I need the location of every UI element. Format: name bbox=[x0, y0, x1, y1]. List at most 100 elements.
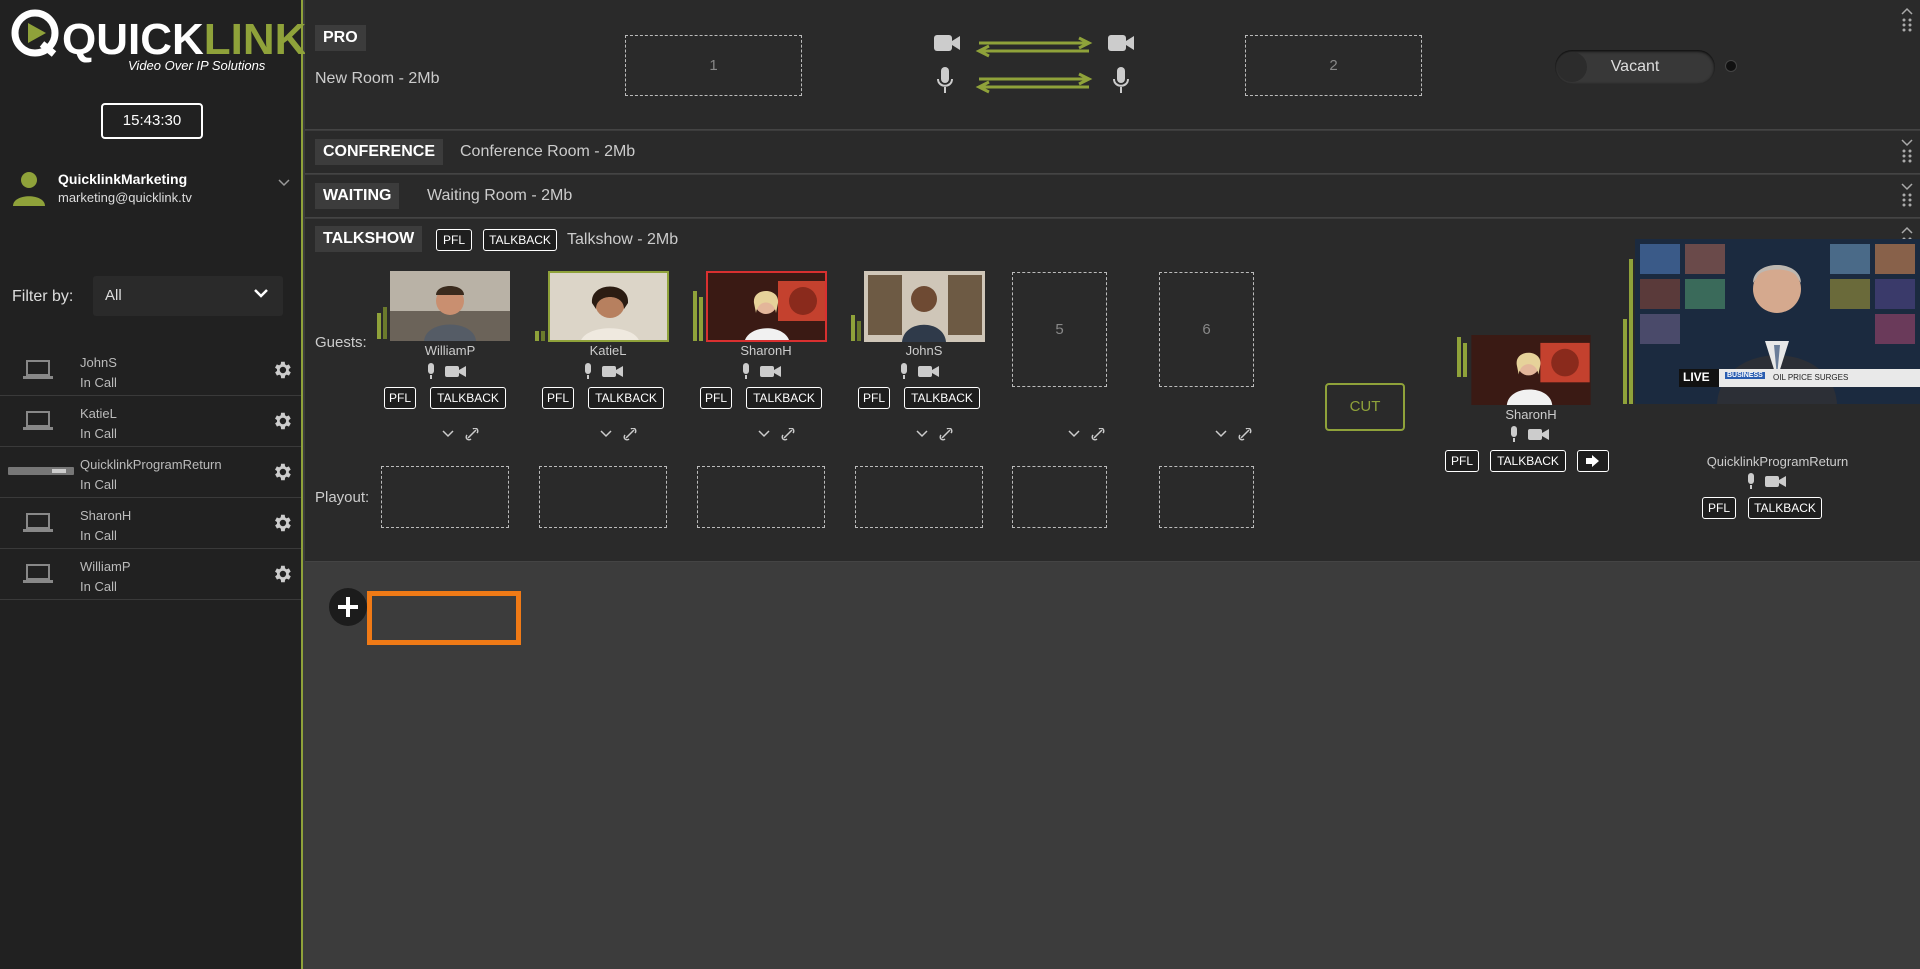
guest-av-icons bbox=[585, 363, 623, 379]
room-waiting[interactable]: WAITING Waiting Room - 2Mb bbox=[305, 175, 1920, 218]
filter-label: Filter by: bbox=[12, 288, 74, 305]
user-name: QuicklinkMarketing bbox=[58, 171, 188, 187]
audio-meter bbox=[541, 331, 545, 341]
room-pfl-button[interactable]: PFL bbox=[436, 229, 472, 251]
program-av-icons bbox=[1748, 473, 1786, 489]
program-pfl-button[interactable]: PFL bbox=[1702, 497, 1736, 519]
preview-talkback-button[interactable]: TALKBACK bbox=[1490, 450, 1566, 472]
guest-slot-5[interactable]: 5 bbox=[1012, 272, 1107, 387]
playout-slot[interactable] bbox=[697, 466, 825, 528]
audio-meter bbox=[535, 331, 539, 341]
cut-button[interactable]: CUT bbox=[1325, 383, 1405, 431]
guest-name: SharonH bbox=[740, 343, 792, 358]
room-name: New Room - 2Mb bbox=[315, 70, 440, 87]
audio-meter bbox=[857, 321, 861, 341]
gear-icon[interactable] bbox=[271, 359, 293, 381]
chevron-down-icon[interactable] bbox=[278, 179, 290, 187]
expand-link-icons[interactable] bbox=[1068, 428, 1108, 442]
expand-link-icons[interactable] bbox=[916, 428, 956, 442]
expand-handle-icon[interactable] bbox=[1900, 137, 1914, 165]
gear-icon[interactable] bbox=[271, 410, 293, 432]
pro-slot-2[interactable]: 2 bbox=[1245, 35, 1422, 96]
playout-slot[interactable] bbox=[381, 466, 509, 528]
room-name: Talkshow - 2Mb bbox=[567, 231, 679, 248]
guest-slot-6[interactable]: 6 bbox=[1159, 272, 1254, 387]
guest-slot-williamp[interactable]: WilliamP bbox=[375, 271, 510, 451]
guest-av-icons bbox=[428, 363, 466, 379]
guest-av-icons bbox=[743, 363, 781, 379]
vacant-toggle[interactable]: Vacant bbox=[1555, 50, 1715, 84]
program-video[interactable]: LIVE BUSINESS OIL PRICE SURGES bbox=[1635, 239, 1920, 404]
microphone-icon bbox=[937, 67, 953, 93]
guest-pfl-button[interactable]: PFL bbox=[542, 387, 574, 409]
guest-av-icons bbox=[901, 363, 939, 379]
guest-slot-katiel[interactable]: KatieL bbox=[533, 271, 673, 451]
guest-talkback-button[interactable]: TALKBACK bbox=[904, 387, 980, 409]
guest-video-thumbnail[interactable] bbox=[706, 271, 827, 342]
guest-pfl-button[interactable]: PFL bbox=[858, 387, 890, 409]
guest-video-thumbnail[interactable] bbox=[548, 271, 669, 342]
business-badge: BUSINESS bbox=[1725, 372, 1765, 379]
guest-name: WilliamP bbox=[424, 343, 476, 358]
guest-pfl-button[interactable]: PFL bbox=[384, 387, 416, 409]
list-item[interactable]: KatieL In Call bbox=[0, 396, 301, 447]
user-profile[interactable]: QuicklinkMarketing marketing@quicklink.t… bbox=[10, 165, 295, 210]
news-ticker: OIL PRICE SURGES bbox=[1773, 373, 1849, 382]
gear-icon[interactable] bbox=[271, 563, 293, 585]
list-item[interactable]: JohnS In Call bbox=[0, 345, 301, 396]
program-talkback-button[interactable]: TALKBACK bbox=[1748, 497, 1822, 519]
expand-link-icons[interactable] bbox=[1215, 428, 1255, 442]
playout-slot[interactable] bbox=[539, 466, 667, 528]
pro-slot-1[interactable]: 1 bbox=[625, 35, 802, 96]
audio-meter bbox=[1457, 337, 1461, 377]
room-talkshow: TALKSHOW PFL TALKBACK Talkshow - 2Mb Gue… bbox=[305, 219, 1920, 645]
room-conference[interactable]: CONFERENCE Conference Room - 2Mb bbox=[305, 131, 1920, 174]
guest-slot-sharonh[interactable]: SharonH bbox=[691, 271, 831, 451]
participant-name: JohnS bbox=[80, 355, 117, 370]
room-talkback-button[interactable]: TALKBACK bbox=[483, 229, 557, 251]
room-tag: CONFERENCE bbox=[315, 139, 444, 165]
gear-icon[interactable] bbox=[271, 461, 293, 483]
preview-video[interactable] bbox=[1470, 335, 1592, 405]
add-room-button[interactable] bbox=[329, 588, 367, 626]
quicklink-logo: QUICKLINK Video Over IP Solutions bbox=[10, 8, 306, 78]
logo-wordmark: QUICKLINK bbox=[62, 15, 307, 64]
exit-button[interactable] bbox=[1577, 450, 1609, 472]
live-badge: LIVE bbox=[1683, 370, 1710, 384]
playout-slot[interactable] bbox=[855, 466, 983, 528]
participant-list: JohnS In Call KatieL In Call QuicklinkPr… bbox=[0, 345, 301, 600]
guest-talkback-button[interactable]: TALKBACK bbox=[746, 387, 822, 409]
expand-link-icons[interactable] bbox=[758, 428, 798, 442]
expand-link-icons[interactable] bbox=[600, 428, 640, 442]
guest-talkback-button[interactable]: TALKBACK bbox=[430, 387, 506, 409]
guest-slot-johns[interactable]: JohnS bbox=[849, 271, 989, 451]
chevron-down-icon bbox=[254, 289, 268, 298]
gear-icon[interactable] bbox=[271, 512, 293, 534]
guest-talkback-button[interactable]: TALKBACK bbox=[588, 387, 664, 409]
list-item[interactable]: SharonH In Call bbox=[0, 498, 301, 549]
preview-name: SharonH bbox=[1505, 407, 1557, 422]
collapse-handle-icon[interactable] bbox=[1900, 6, 1914, 34]
expand-handle-icon[interactable] bbox=[1900, 181, 1914, 209]
participant-name: QuicklinkProgramReturn bbox=[80, 457, 222, 472]
preview-pfl-button[interactable]: PFL bbox=[1445, 450, 1479, 472]
plus-icon bbox=[338, 597, 358, 617]
logo-tagline: Video Over IP Solutions bbox=[128, 58, 266, 73]
camera-icon bbox=[934, 35, 960, 51]
list-item[interactable]: WilliamP In Call bbox=[0, 549, 301, 600]
vacant-label: Vacant bbox=[1610, 58, 1660, 75]
playout-slot[interactable] bbox=[1012, 466, 1107, 528]
room-pro: PRO New Room - 2Mb 1 2 Vacant bbox=[305, 0, 1920, 130]
expand-link-icons[interactable] bbox=[442, 428, 482, 442]
laptop-icon bbox=[23, 513, 53, 532]
list-item[interactable]: QuicklinkProgramReturn In Call bbox=[0, 447, 301, 498]
filter-select[interactable]: All bbox=[93, 276, 283, 316]
guest-video-thumbnail[interactable] bbox=[390, 271, 510, 341]
guest-pfl-button[interactable]: PFL bbox=[700, 387, 732, 409]
program-name: QuicklinkProgramReturn bbox=[1706, 454, 1849, 469]
playout-slot[interactable] bbox=[1159, 466, 1254, 528]
room-name: Waiting Room - 2Mb bbox=[427, 187, 573, 204]
participant-name: KatieL bbox=[80, 406, 117, 421]
guest-video-thumbnail[interactable] bbox=[864, 271, 985, 342]
participant-status: In Call bbox=[80, 426, 117, 441]
